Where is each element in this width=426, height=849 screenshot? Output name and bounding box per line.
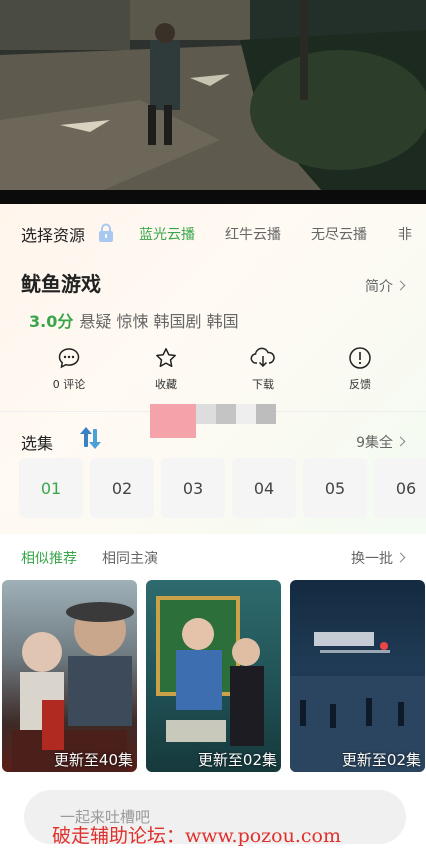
episode-count: 9集全 <box>356 435 393 451</box>
star-icon <box>156 348 176 368</box>
episode-item[interactable]: 01 <box>19 458 83 518</box>
feedback-button[interactable]: 反馈 <box>324 346 396 392</box>
source-tab-fei[interactable]: 非 <box>398 224 412 244</box>
refresh-label: 换一批 <box>351 551 393 567</box>
chevron-right-icon <box>395 436 406 447</box>
poster-caption: 更新至02集 <box>197 751 277 769</box>
source-tab-hongniu[interactable]: 红牛云播 <box>225 224 281 244</box>
episode-item[interactable]: 04 <box>232 458 296 518</box>
episode-list: 01 02 03 04 05 06 <box>19 458 426 518</box>
video-progress-track <box>0 190 426 204</box>
download-label: 下载 <box>252 378 274 391</box>
tab-same-cast[interactable]: 相同主演 <box>102 548 158 568</box>
poster-card[interactable]: 更新至02集 <box>290 580 425 772</box>
episode-count-link[interactable]: 9集全 <box>356 432 406 452</box>
episode-item[interactable]: 05 <box>303 458 367 518</box>
chevron-right-icon <box>395 552 406 563</box>
refresh-button[interactable]: 换一批 <box>351 548 406 568</box>
favorite-label: 收藏 <box>155 378 177 391</box>
mosaic-overlay <box>150 404 196 438</box>
poster-image <box>12 602 134 772</box>
poster-image <box>290 632 425 772</box>
comment-button[interactable]: 0 评论 <box>33 346 105 392</box>
episodes-title: 选集 <box>21 434 54 453</box>
show-score: 3.0分 <box>29 312 74 331</box>
poster-card[interactable]: 更新至02集 <box>146 580 281 772</box>
source-title: 选择资源 <box>21 226 86 245</box>
show-title: 鱿鱼游戏 <box>21 272 101 296</box>
show-tags: 悬疑 惊悚 韩国剧 韩国 <box>79 312 239 331</box>
source-selector: 选择资源 蓝光云播 红牛云播 无尽云播 非 <box>0 222 426 246</box>
intro-link[interactable]: 简介 <box>365 276 406 296</box>
source-tab-lanjuang[interactable]: 蓝光云播 <box>139 224 195 244</box>
poster-caption: 更新至40集 <box>53 751 133 769</box>
video-player[interactable] <box>0 0 426 200</box>
favorite-button[interactable]: 收藏 <box>130 346 202 392</box>
episode-item[interactable]: 03 <box>161 458 225 518</box>
video-frame <box>0 0 426 200</box>
poster-image <box>156 596 264 746</box>
mosaic-overlay <box>196 404 276 424</box>
episode-item[interactable]: 06 <box>374 458 426 518</box>
download-icon <box>250 347 275 368</box>
feedback-icon <box>349 347 371 369</box>
lock-icon <box>99 223 113 242</box>
poster-caption: 更新至02集 <box>341 751 421 769</box>
tab-similar[interactable]: 相似推荐 <box>21 548 77 568</box>
show-meta: 3.0分 悬疑 惊悚 韩国剧 韩国 <box>29 308 239 332</box>
watermark-text: 破走辅助论坛：www.pozou.com <box>52 825 341 847</box>
poster-card[interactable]: 更新至40集 <box>2 580 137 772</box>
source-tab-wujin[interactable]: 无尽云播 <box>311 224 367 244</box>
action-bar: 0 评论 收藏 下载 反馈 <box>0 346 426 402</box>
download-button[interactable]: 下载 <box>227 346 299 392</box>
chevron-right-icon <box>395 280 406 291</box>
feedback-label: 反馈 <box>349 378 371 391</box>
intro-label: 简介 <box>365 279 393 295</box>
comment-icon <box>58 348 80 369</box>
episode-item[interactable]: 02 <box>90 458 154 518</box>
sort-icon[interactable] <box>78 426 104 450</box>
comment-label: 0 评论 <box>52 378 86 391</box>
